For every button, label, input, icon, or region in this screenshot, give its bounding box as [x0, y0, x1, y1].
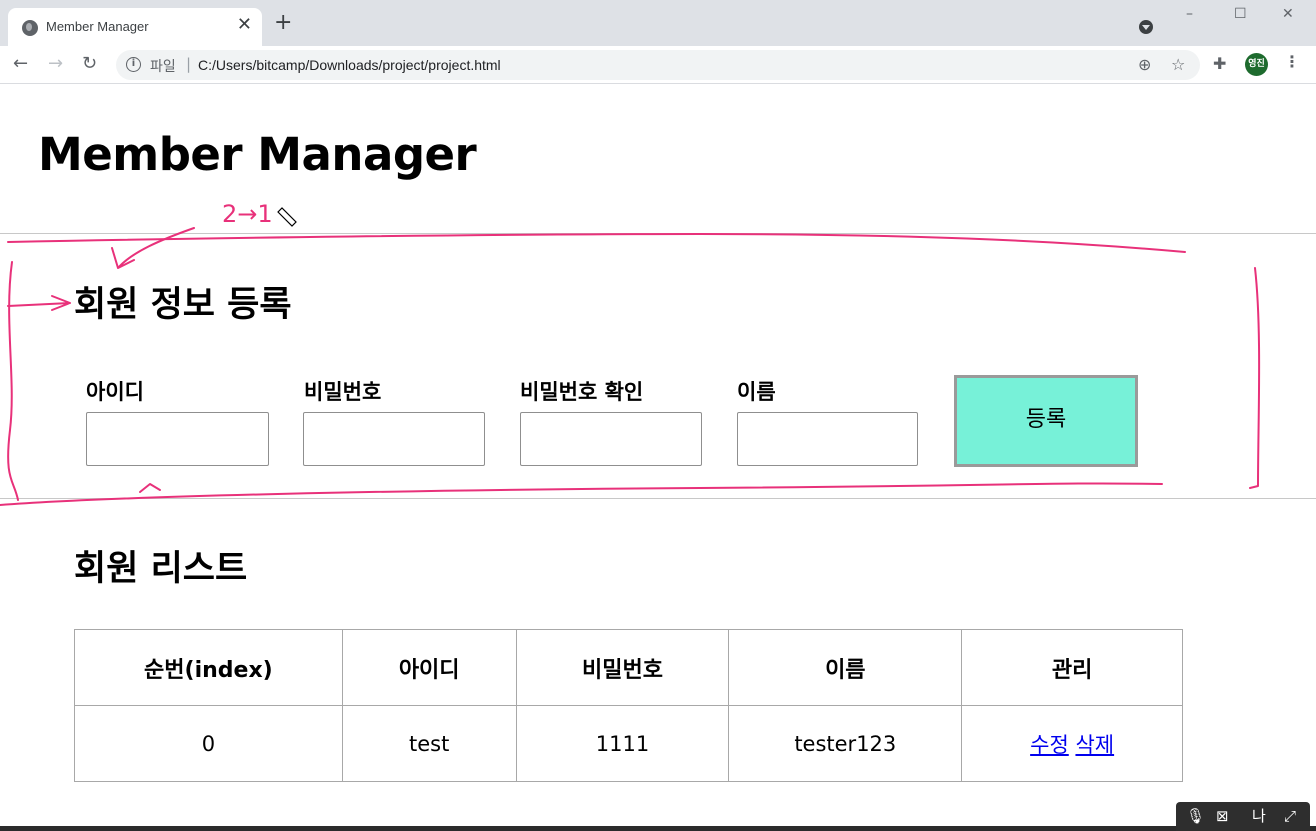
globe-icon — [22, 20, 38, 36]
cell-manage: 수정 삭제 — [961, 705, 1183, 782]
table-row: 0 test 1111 tester123 수정 삭제 — [74, 705, 1183, 782]
register-section-title: 회원 정보 등록 — [74, 285, 292, 325]
bookmark-star-icon[interactable]: ☆ — [1171, 55, 1185, 74]
close-window-button[interactable]: ✕ — [1282, 6, 1294, 22]
tab-bar: Member Manager ✕ + – ☐ ✕ — [0, 0, 1316, 46]
member-table: 순번(index) 아이디 비밀번호 이름 관리 0 test 1111 tes… — [74, 629, 1183, 782]
annotation-caret — [139, 483, 161, 493]
id-input[interactable] — [86, 412, 269, 466]
cell-id: test — [341, 705, 517, 782]
menu-dots-icon[interactable]: ⋮ — [1284, 52, 1300, 71]
annotation-box-top — [7, 233, 1186, 253]
mic-muted-icon[interactable]: 🎙 — [1186, 806, 1205, 826]
password-confirm-input[interactable] — [520, 412, 702, 466]
cell-name: tester123 — [728, 705, 963, 782]
pen-cursor-icon — [277, 207, 297, 227]
reload-button[interactable]: ↻ — [82, 53, 97, 75]
tab-title: Member Manager — [46, 19, 149, 34]
browser-tab[interactable]: Member Manager ✕ — [8, 8, 262, 46]
url-text[interactable]: C:/Users/bitcamp/Downloads/project/proje… — [198, 57, 501, 73]
tab-search-icon[interactable] — [1139, 20, 1153, 34]
avatar[interactable]: 영진 — [1245, 53, 1268, 76]
url-scheme: 파일 — [150, 59, 176, 75]
divider — [0, 233, 1316, 234]
list-section-title: 회원 리스트 — [74, 549, 248, 589]
divider — [0, 498, 1316, 499]
password-input[interactable] — [303, 412, 485, 466]
new-tab-button[interactable]: + — [274, 12, 292, 34]
annotation-handwriting: 2→1 — [222, 200, 273, 228]
annotation-box-left — [7, 261, 19, 501]
address-bar[interactable]: i 파일 | C:/Users/bitcamp/Downloads/projec… — [116, 50, 1200, 80]
expand-icon[interactable]: ⤢ — [1284, 806, 1296, 826]
table-header-row: 순번(index) 아이디 비밀번호 이름 관리 — [74, 629, 1183, 706]
password-confirm-label: 비밀번호 확인 — [520, 380, 644, 404]
id-label: 아이디 — [86, 380, 144, 404]
edit-link[interactable]: 수정 — [1030, 733, 1069, 757]
extensions-puzzle-icon[interactable]: ✚ — [1213, 54, 1226, 73]
annotation-box-right — [1249, 267, 1261, 489]
delete-link[interactable]: 삭제 — [1075, 733, 1114, 757]
name-label: 이름 — [737, 380, 776, 404]
cell-password: 1111 — [515, 705, 730, 782]
forward-button[interactable]: → — [48, 53, 63, 75]
page-title: Member Manager — [38, 128, 477, 181]
column-header-name: 이름 — [728, 629, 963, 706]
column-header-password: 비밀번호 — [515, 629, 730, 706]
browser-toolbar: ← → ↻ i 파일 | C:/Users/bitcamp/Downloads/… — [0, 46, 1316, 84]
camera-off-icon[interactable]: ⊠ — [1216, 806, 1229, 826]
annotation-arrow-curve — [111, 227, 195, 269]
register-button[interactable]: 등록 — [954, 375, 1138, 467]
screen-share-widget: 🎙 ⊠ 나 ⤢ — [1176, 802, 1310, 831]
annotation-box-bottom — [0, 482, 1163, 506]
zoom-icon[interactable]: ⊕ — [1138, 55, 1151, 74]
tab-close-button[interactable]: ✕ — [237, 15, 252, 35]
back-button[interactable]: ← — [13, 53, 28, 75]
column-header-manage: 관리 — [961, 629, 1183, 706]
cell-index: 0 — [74, 705, 343, 782]
minimize-button[interactable]: – — [1186, 6, 1193, 22]
password-label: 비밀번호 — [304, 380, 382, 404]
column-header-index: 순번(index) — [74, 629, 343, 706]
annotation-arrow-left — [7, 295, 71, 311]
name-input[interactable] — [737, 412, 918, 466]
self-label: 나 — [1252, 807, 1266, 825]
column-header-id: 아이디 — [341, 629, 517, 706]
url-separator: | — [186, 55, 192, 73]
bottom-strip — [0, 826, 1316, 831]
info-icon[interactable]: i — [126, 57, 141, 72]
maximize-button[interactable]: ☐ — [1234, 6, 1247, 22]
